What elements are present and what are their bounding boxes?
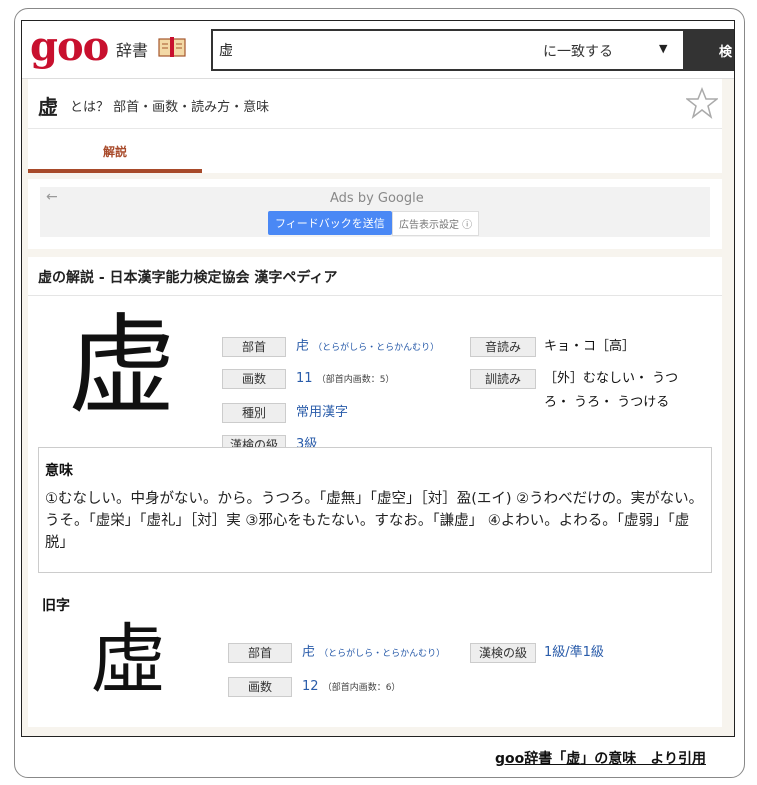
kun-reading-label: 訓読み [470,369,536,389]
kakusu-note: （部首内画数：5） [316,375,395,385]
source-caption[interactable]: goo辞書「虚」の意味 より引用 [495,748,706,768]
busyu-value[interactable]: 虍 （とらがしら・とらかんむり） [296,337,439,358]
ad-panel: ← Ads by Google フィードバックを送信 広告表示設定 ⓘ [40,187,710,237]
page-title: 虚 [38,95,58,119]
dictionary-label[interactable]: 辞書 [116,37,148,61]
kun-reading-line2: ろ・ うろ・ うつける [544,395,670,410]
kakusu-number[interactable]: 11 [296,371,313,386]
old-busyu-char[interactable]: 虍 [302,645,315,660]
busyu-reading[interactable]: （とらがしら・とらかんむり） [313,343,439,353]
book-icon [158,37,186,57]
busyu-char[interactable]: 虍 [296,339,309,354]
old-kanken-label: 漢検の級 [470,643,536,663]
kanji-glyph: 虚 [68,304,177,429]
kakusu-value[interactable]: 11 （部首内画数：5） [296,369,394,390]
old-form-glyph: 虛 [90,615,166,704]
tab-bar: 解説 [28,129,722,173]
on-reading-value: キョ・コ［高］ [544,339,636,354]
shubetsu-value[interactable]: 常用漢字 [296,403,348,423]
old-busyu-value[interactable]: 虍 （とらがしら・とらかんむり） [302,643,445,664]
meaning-text: ①むなしい。中身がない。から。うつろ。「虚無」「虚空」［対］盈(エイ) ②うわべ… [45,491,704,551]
meaning-heading: 意味 [45,463,73,479]
entry-title-bar: 虚 とは？ 部首・画数・読み方・意味 [28,79,722,129]
kun-reading-line1: ［外］むなしい・ うつ [544,371,679,386]
ad-settings-button[interactable]: 広告表示設定 ⓘ [392,211,480,236]
search-button[interactable]: 検 [685,29,734,71]
send-feedback-button[interactable]: フィードバックを送信 [268,211,392,235]
old-kakusu-value[interactable]: 12 （部首内画数：6） [302,677,400,698]
ad-container: ← Ads by Google フィードバックを送信 広告表示設定 ⓘ [28,179,722,249]
on-reading-label: 音読み [470,337,536,357]
divider [28,295,722,296]
old-kakusu-number[interactable]: 12 [302,679,319,694]
goo-logo[interactable]: goo [30,25,109,69]
old-kakusu-label: 画数 [228,677,292,697]
entry-heading: 虚の解説 - 日本漢字能力検定協会 漢字ペディア [38,270,338,286]
entry-content: 虚の解説 - 日本漢字能力検定協会 漢字ペディア 虚 部首 虍 （とらがしら・と… [28,257,722,727]
site-header: goo 辞書 に一致する ▼ 検 [22,21,734,79]
back-arrow-icon[interactable]: ← [46,189,58,205]
browser-viewport: goo 辞書 に一致する ▼ 検 虚 とは？ 部首・画数・読み方・意味 解説 ← [21,20,735,737]
shubetsu-label: 種別 [222,403,286,423]
search-input[interactable] [219,39,519,61]
star-icon[interactable] [686,87,718,119]
meaning-box: 意味 ①むなしい。中身がない。から。うつろ。「虚無」「虚空」［対］盈(エイ) ②… [38,447,712,573]
old-kanken-value[interactable]: 1級/準1級 [544,643,604,663]
busyu-label: 部首 [222,337,286,357]
match-mode-select[interactable]: に一致する [543,41,673,61]
old-busyu-label: 部首 [228,643,292,663]
dropdown-caret-icon[interactable]: ▼ [659,42,667,55]
tab-explanation[interactable]: 解説 [28,129,202,173]
kakusu-label: 画数 [222,369,286,389]
old-kakusu-note: （部首内画数：6） [322,683,401,693]
page-subtitle: とは？ 部首・画数・読み方・意味 [70,100,270,115]
old-form-heading: 旧字 [42,598,70,614]
search-box: に一致する ▼ [211,29,685,71]
ads-by-google-label: Ads by Google [330,191,424,206]
old-busyu-reading[interactable]: （とらがしら・とらかんむり） [319,649,445,659]
